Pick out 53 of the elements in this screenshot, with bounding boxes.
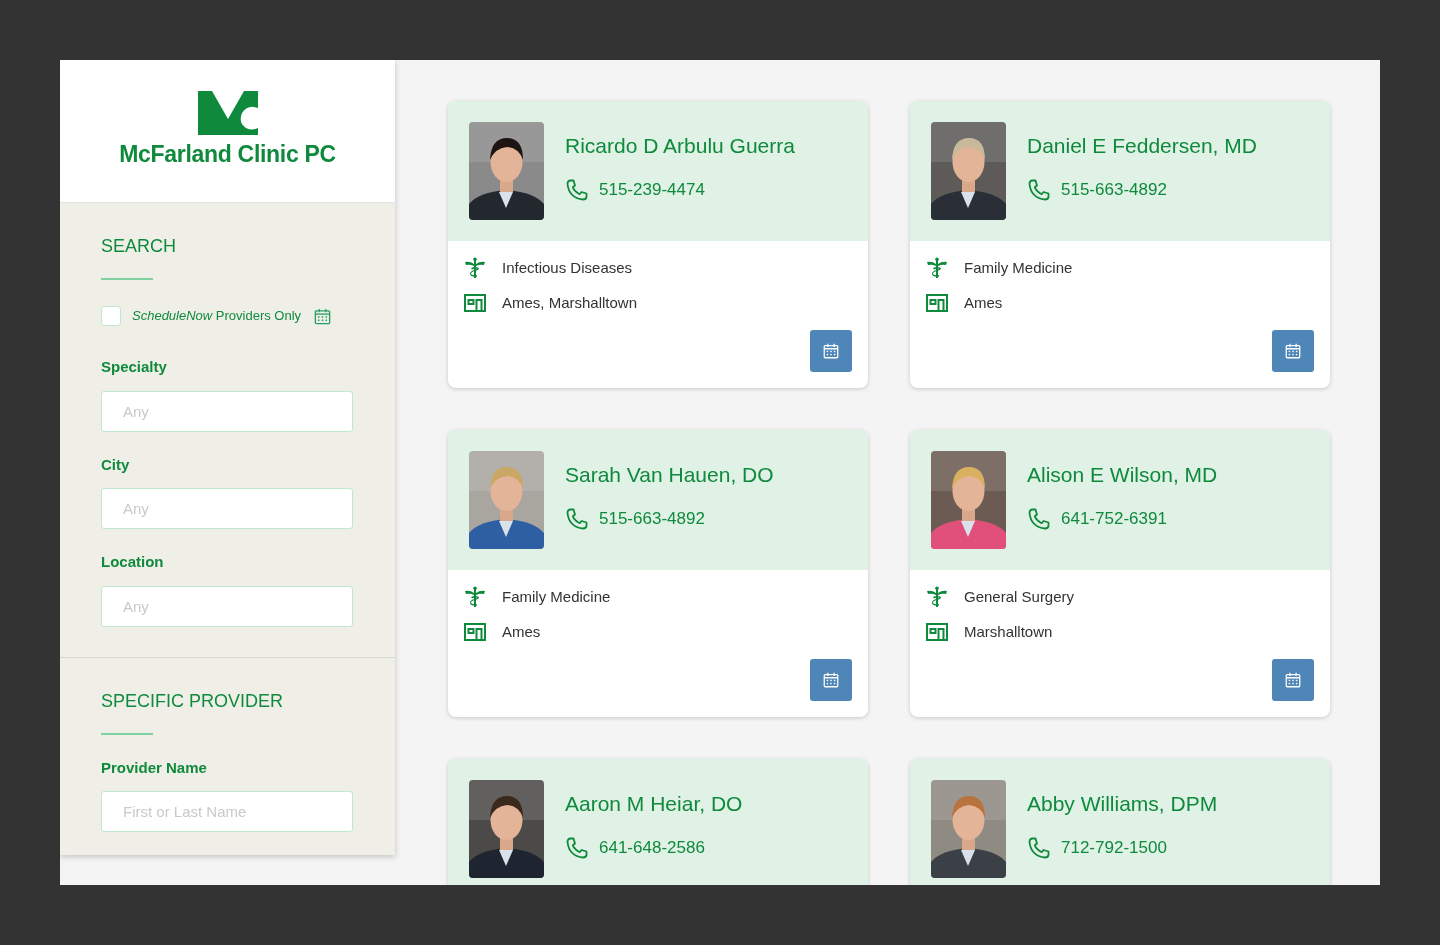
- building-icon: [926, 293, 948, 312]
- location-text: Ames, Marshalltown: [502, 292, 638, 313]
- provider-name[interactable]: Sarah Van Hauen, DO: [565, 458, 774, 490]
- phone-number[interactable]: 641-648-2586: [599, 835, 705, 861]
- specialty-text: Family Medicine: [964, 258, 1073, 278]
- phone-icon: [1027, 177, 1051, 202]
- building-icon: [464, 293, 486, 312]
- field-label: City: [101, 454, 131, 475]
- building-icon: [464, 622, 486, 641]
- calendar-icon: [313, 306, 333, 326]
- phone-number[interactable]: 641-752-6391: [1061, 506, 1167, 532]
- phone-number[interactable]: 515-239-4474: [599, 177, 705, 203]
- field-label: Provider Name: [101, 757, 208, 778]
- phone-icon: [565, 835, 589, 860]
- phone-icon: [565, 177, 589, 202]
- calendar-icon: [822, 671, 840, 689]
- section-title: SPECIFIC PROVIDER: [101, 689, 285, 713]
- caduceus-icon: [926, 257, 948, 280]
- caduceus-icon: [464, 257, 486, 280]
- logo-text: McFarland Clinic PC: [119, 139, 336, 169]
- schedule-button[interactable]: [1272, 659, 1314, 701]
- checkbox-label: ScheduleNow Providers Only: [132, 307, 302, 326]
- calendar-icon: [1284, 671, 1302, 689]
- provider-name[interactable]: Abby Williams, DPM: [1027, 787, 1218, 819]
- schedule-button[interactable]: [1272, 330, 1314, 372]
- phone-number[interactable]: 515-663-4892: [599, 506, 705, 532]
- phone-icon: [1027, 506, 1051, 531]
- provider-name[interactable]: Daniel E Feddersen, MD: [1027, 129, 1257, 161]
- caduceus-icon: [464, 586, 486, 609]
- phone-icon: [565, 506, 589, 531]
- logo-mark: [197, 90, 258, 135]
- section-title: SEARCH: [101, 235, 177, 258]
- specialty-text: Family Medicine: [502, 587, 611, 607]
- location-text: Ames: [964, 292, 1003, 313]
- caduceus-icon: [926, 586, 948, 609]
- provider-name[interactable]: Ricardo D Arbulu Guerra: [565, 129, 795, 161]
- calendar-icon: [1284, 342, 1302, 360]
- field-label: Location: [101, 552, 165, 572]
- checkbox[interactable]: [101, 306, 121, 326]
- provider-name[interactable]: Alison E Wilson, MD: [1027, 458, 1218, 490]
- building-icon: [926, 622, 948, 641]
- schedule-button[interactable]: [810, 330, 852, 372]
- phone-number[interactable]: 515-663-4892: [1061, 177, 1167, 203]
- specialty-text: General Surgery: [964, 587, 1075, 607]
- phone-number[interactable]: 712-792-1500: [1061, 835, 1167, 861]
- location-text: Marshalltown: [964, 621, 1053, 642]
- field-label: Specialty: [101, 357, 168, 377]
- schedule-button[interactable]: [810, 659, 852, 701]
- phone-icon: [1027, 835, 1051, 860]
- provider-name[interactable]: Aaron M Heiar, DO: [565, 787, 743, 819]
- specialty-text: Infectious Diseases: [502, 258, 633, 278]
- location-text: Ames: [502, 621, 541, 642]
- calendar-icon: [822, 342, 840, 360]
